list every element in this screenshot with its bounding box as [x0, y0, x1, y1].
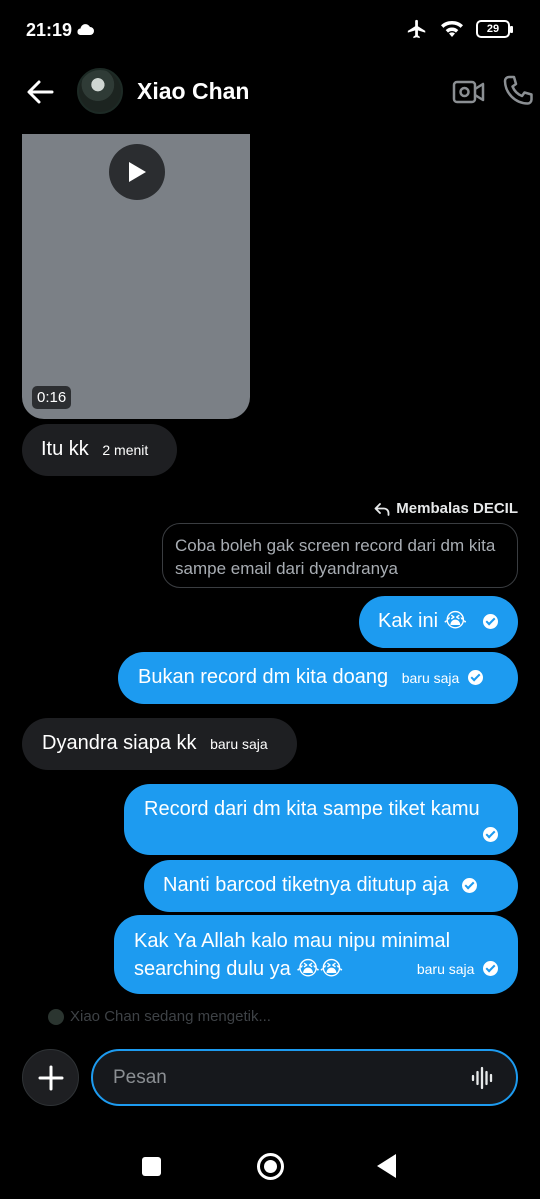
quoted-message[interactable]: Coba boleh gak screen record dari dm kit…	[162, 523, 518, 588]
typing-avatar	[48, 1008, 64, 1025]
message-time: baru saja	[210, 736, 268, 752]
message-time: baru saja	[401, 670, 460, 686]
battery-icon: 29	[476, 20, 513, 38]
message-outgoing[interactable]: Bukan record dm kita doang baru saja	[118, 652, 518, 704]
message-text-line: searching dulu ya 😭😭	[134, 957, 344, 980]
system-back-button[interactable]	[377, 1154, 396, 1178]
message-outgoing[interactable]: Kak ini 😭	[359, 596, 518, 648]
message-outgoing[interactable]: Nanti barcod tiketnya ditutup aja	[144, 860, 518, 912]
play-button[interactable]	[109, 144, 165, 200]
cloud-icon	[77, 24, 94, 35]
message-text: Kak ini 😭	[378, 610, 467, 632]
home-button[interactable]	[257, 1153, 284, 1180]
reply-label-text: Membalas DECIL	[396, 500, 518, 517]
video-duration: 0:16	[32, 386, 72, 409]
reply-context-label: Membalas DECIL	[374, 500, 518, 517]
status-bar: 21:19 29	[0, 0, 540, 60]
add-attachment-button[interactable]	[22, 1049, 79, 1106]
voice-message-icon[interactable]	[470, 1065, 496, 1091]
wifi-icon	[441, 21, 463, 37]
play-icon	[129, 162, 146, 182]
typing-indicator: Xiao Chan sedang mengetik...	[48, 1008, 271, 1025]
plus-icon	[38, 1065, 63, 1090]
message-text: Record dari dm kita sampe tiket kamu	[144, 798, 480, 820]
message-text: Itu kk	[41, 438, 89, 460]
recent-apps-button[interactable]	[142, 1157, 161, 1176]
sent-check-icon	[483, 961, 498, 977]
message-time: baru saja	[416, 961, 475, 977]
message-input-container[interactable]	[91, 1049, 518, 1106]
typing-text: Xiao Chan sedang mengetik...	[70, 1008, 271, 1025]
phone-call-icon[interactable]	[502, 74, 534, 108]
sent-check-icon	[462, 878, 478, 894]
message-outgoing[interactable]: Kak Ya Allah kalo mau nipu minimal searc…	[114, 915, 518, 994]
avatar[interactable]	[77, 68, 123, 114]
airplane-mode-icon	[407, 19, 426, 39]
message-text-line: Kak Ya Allah kalo mau nipu minimal	[134, 930, 451, 952]
message-text: Dyandra siapa kk	[42, 732, 197, 754]
message-input[interactable]	[113, 1051, 453, 1104]
back-arrow-icon[interactable]	[22, 74, 58, 110]
chat-header: Xiao Chan	[0, 64, 540, 120]
message-text: Nanti barcod tiketnya ditutup aja	[163, 874, 449, 896]
message-incoming[interactable]: Itu kk 2 menit	[22, 424, 177, 476]
message-time: 2 menit	[102, 442, 149, 458]
status-time: 21:19	[26, 20, 73, 40]
sent-check-icon	[482, 614, 498, 630]
video-call-icon[interactable]	[452, 76, 486, 108]
video-message[interactable]: 0:16	[22, 134, 250, 419]
sent-check-icon	[483, 827, 498, 843]
message-outgoing[interactable]: Record dari dm kita sampe tiket kamu	[124, 784, 518, 855]
message-incoming[interactable]: Dyandra siapa kk baru saja	[22, 718, 297, 770]
message-text: Bukan record dm kita doang	[138, 666, 389, 688]
sent-check-icon	[467, 670, 483, 686]
reply-icon	[374, 502, 390, 516]
contact-name[interactable]: Xiao Chan	[137, 78, 249, 105]
battery-level: 29	[486, 23, 500, 35]
